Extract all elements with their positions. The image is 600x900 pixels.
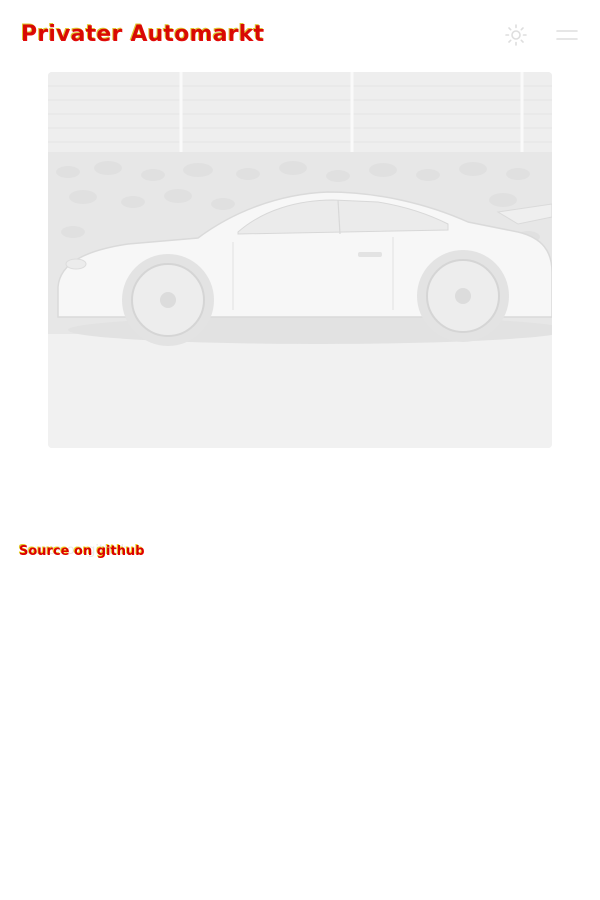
brand-title-yellow-overlay: Privater Automarkt [20,21,264,46]
source-text-yellow-overlay: Source on github [18,543,144,558]
page: Privater Automarkt Privater Automarkt Pr… [0,0,600,900]
menu-button[interactable] [554,22,580,48]
theme-toggle-button[interactable] [503,22,529,48]
source-footer: Source on github Source on github Source… [18,540,278,562]
hero-car-image [48,72,552,448]
menu-icon [556,30,578,40]
sun-icon [505,24,527,46]
site-header: Privater Automarkt Privater Automarkt Pr… [0,0,600,70]
brand-logo-link[interactable]: Privater Automarkt Privater Automarkt Pr… [20,18,264,50]
car-photo [48,72,552,448]
